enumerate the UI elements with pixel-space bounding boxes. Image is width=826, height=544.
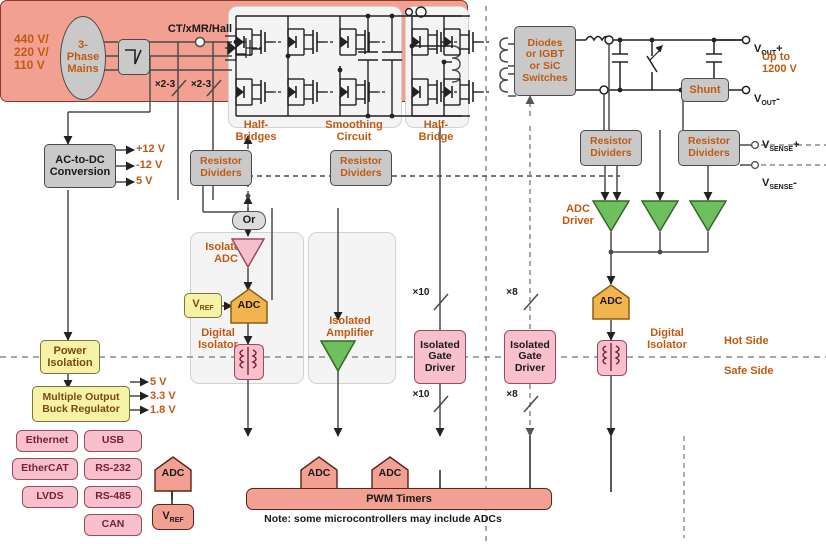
- or-gate[interactable]: Or: [232, 211, 266, 230]
- mcu-adc-3-label: ADC: [378, 467, 402, 479]
- mcu-adc-2-label: ADC: [307, 467, 331, 479]
- resistor-dividers-2[interactable]: Resistor Dividers: [330, 150, 392, 186]
- adc-label-right: ADC: [599, 295, 623, 307]
- vout-minus-text: VOUT-: [754, 92, 780, 108]
- vsense-minus-label: VSENSE-: [762, 166, 826, 192]
- adc-pentagon-isolated[interactable]: ADC: [230, 288, 268, 324]
- digital-isolator-label-right: Digital Isolator: [647, 327, 687, 351]
- gate-driver-2-mult-bottom: ×8: [506, 389, 518, 400]
- half-bridges-label: Half- Bridges: [235, 119, 277, 143]
- mcu-adc-1-label: ADC: [161, 467, 185, 479]
- adc-driver-amp-1[interactable]: [591, 200, 631, 233]
- adc-driver-amp-2[interactable]: [640, 200, 680, 233]
- isolated-amplifier-icon[interactable]: [319, 340, 357, 373]
- vout-minus-label: VOUT-: [754, 82, 824, 108]
- gate-driver-1-mult-bottom: ×10: [412, 389, 430, 400]
- isolated-gate-driver-2[interactable]: Isolated Gate Driver: [504, 330, 556, 384]
- adc-driver-amp-3[interactable]: [688, 200, 728, 233]
- adc-label: ADC: [237, 299, 261, 311]
- resistor-dividers-3[interactable]: Resistor Dividers: [580, 130, 642, 166]
- vsense-minus-text: VSENSE-: [762, 176, 797, 192]
- digital-isolator-icon-left[interactable]: [234, 344, 264, 380]
- isolated-gate-driver-1[interactable]: Isolated Gate Driver: [414, 330, 466, 384]
- isolated-adc-amp-icon: [230, 238, 266, 269]
- vref-isolated[interactable]: VREF: [184, 293, 222, 318]
- gate-driver-1-mult-top: ×10: [412, 287, 430, 298]
- resistor-dividers-4[interactable]: Resistor Dividers: [678, 130, 740, 166]
- pwm-timers[interactable]: PWM Timers: [246, 488, 552, 510]
- output-switches[interactable]: Diodes or IGBT or SiC Switches: [514, 26, 576, 96]
- gate-driver-2-mult-top: ×8: [506, 287, 518, 298]
- mcu-note: Note: some microcontrollers may include …: [264, 513, 502, 525]
- digital-isolator-icon-right[interactable]: [597, 340, 627, 376]
- half-bridge-label: Half- Bridge: [418, 119, 454, 143]
- resistor-dividers-1[interactable]: Resistor Dividers: [190, 150, 252, 186]
- isolated-amplifier-label: Isolated Amplifier: [326, 315, 374, 339]
- vsense-plus-text: VSENSE+: [762, 138, 800, 154]
- mcu-adc-3[interactable]: ADC: [371, 456, 409, 492]
- diagram-canvas: 440 V/ 220 V/ 110 V 3- Phase Mains CT/xM…: [0, 0, 826, 544]
- mcu-adc-2[interactable]: ADC: [300, 456, 338, 492]
- hot-side-label: Hot Side: [724, 335, 769, 347]
- vref-label: VREF: [192, 298, 214, 313]
- mcu-adc-1[interactable]: ADC: [154, 456, 192, 492]
- smoothing-circuit-label: Smoothing Circuit: [325, 119, 383, 143]
- shunt-resistor[interactable]: Shunt: [681, 78, 729, 102]
- safe-side-label: Safe Side: [724, 365, 774, 377]
- output-rating-label: Up to 1200 V: [762, 51, 797, 75]
- adc-pentagon-right[interactable]: ADC: [592, 284, 630, 320]
- vsense-plus-label: VSENSE+: [762, 128, 826, 154]
